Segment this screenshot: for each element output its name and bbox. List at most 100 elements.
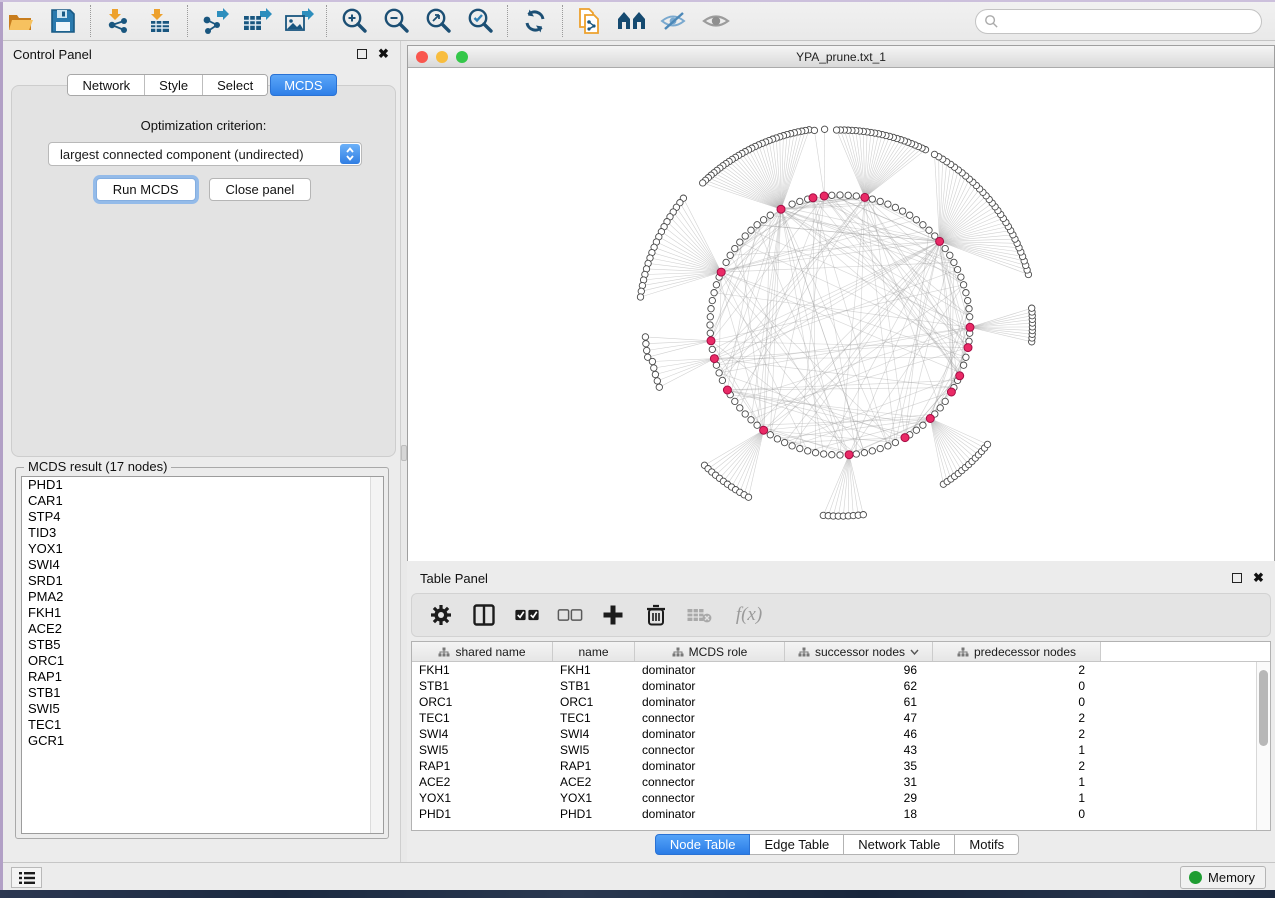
zoom-in-button[interactable] (335, 4, 373, 38)
network-graph[interactable] (408, 68, 1274, 560)
graph-node[interactable] (742, 233, 748, 239)
mcds-list-scrollbar[interactable] (370, 477, 383, 833)
mcds-node-item[interactable]: STB5 (22, 637, 383, 653)
graph-node[interactable] (719, 377, 725, 383)
graph-node[interactable] (797, 198, 803, 204)
tab-select[interactable]: Select (203, 75, 267, 95)
graph-leaf-node[interactable] (833, 127, 839, 133)
graph-node[interactable] (767, 212, 773, 218)
graph-node[interactable] (805, 448, 811, 454)
graph-mcds-hub-node[interactable] (966, 323, 974, 331)
graph-leaf-node[interactable] (984, 441, 990, 447)
graph-node[interactable] (966, 306, 972, 312)
deselect-all-button[interactable] (557, 602, 583, 628)
fit-content-button[interactable] (419, 4, 457, 38)
graph-node[interactable] (837, 452, 843, 458)
graph-node[interactable] (965, 297, 971, 303)
mcds-result-list[interactable]: PHD1CAR1STP4TID3YOX1SWI4SRD1PMA2FKH1ACE2… (21, 476, 384, 834)
graph-node[interactable] (727, 252, 733, 258)
graph-mcds-hub-node[interactable] (926, 415, 934, 423)
graph-node[interactable] (920, 222, 926, 228)
table-row[interactable]: YOX1YOX1connector291 (412, 790, 1270, 806)
graph-leaf-node[interactable] (745, 494, 751, 500)
task-history-button[interactable] (11, 867, 42, 888)
mcds-node-item[interactable]: STP4 (22, 509, 383, 525)
graph-leaf-node[interactable] (642, 334, 648, 340)
graph-leaf-node[interactable] (643, 341, 649, 347)
graph-node[interactable] (942, 245, 948, 251)
graph-node[interactable] (885, 201, 891, 207)
search-field[interactable] (975, 9, 1262, 34)
table-row[interactable]: SWI4SWI4dominator462 (412, 726, 1270, 742)
graph-node[interactable] (899, 208, 905, 214)
graph-node[interactable] (711, 290, 717, 296)
graph-node[interactable] (774, 436, 780, 442)
search-input[interactable] (999, 14, 1261, 29)
graph-node[interactable] (767, 432, 773, 438)
mcds-node-item[interactable]: TID3 (22, 525, 383, 541)
table-scrollbar-thumb[interactable] (1259, 670, 1268, 746)
graph-node[interactable] (708, 306, 714, 312)
mcds-node-item[interactable]: PHD1 (22, 477, 383, 493)
graph-node[interactable] (709, 346, 715, 352)
graph-leaf-node[interactable] (637, 294, 643, 300)
network-canvas[interactable] (408, 68, 1274, 560)
graph-node[interactable] (812, 450, 818, 456)
first-neighbors-button[interactable] (613, 4, 651, 38)
graph-node[interactable] (748, 227, 754, 233)
tab-motifs[interactable]: Motifs (955, 834, 1019, 855)
graph-mcds-hub-node[interactable] (947, 388, 955, 396)
mcds-node-item[interactable]: SWI5 (22, 701, 383, 717)
function-builder-button[interactable]: f(x) (729, 602, 769, 628)
graph-mcds-hub-node[interactable] (777, 205, 785, 213)
graph-node[interactable] (951, 259, 957, 265)
graph-node[interactable] (748, 417, 754, 423)
select-all-button[interactable] (514, 602, 540, 628)
graph-mcds-hub-node[interactable] (956, 372, 964, 380)
column-header-MCDS-role[interactable]: MCDS role (635, 642, 785, 661)
column-header-predecessor-nodes[interactable]: predecessor nodes (933, 642, 1101, 661)
graph-node[interactable] (723, 259, 729, 265)
graph-node[interactable] (781, 439, 787, 445)
graph-leaf-node[interactable] (931, 151, 937, 157)
network-window-titlebar[interactable]: YPA_prune.txt_1 (408, 46, 1274, 68)
mcds-node-item[interactable]: PMA2 (22, 589, 383, 605)
table-settings-button[interactable] (428, 602, 454, 628)
graph-node[interactable] (709, 297, 715, 303)
export-network-button[interactable] (196, 4, 234, 38)
graph-leaf-node[interactable] (649, 358, 655, 364)
tab-network[interactable]: Network (68, 75, 145, 95)
tab-node-table[interactable]: Node Table (655, 834, 751, 855)
graph-node[interactable] (754, 222, 760, 228)
graph-node[interactable] (732, 398, 738, 404)
graph-node[interactable] (963, 290, 969, 296)
mcds-node-item[interactable]: TEC1 (22, 717, 383, 733)
graph-mcds-hub-node[interactable] (707, 337, 715, 345)
float-table-panel-icon[interactable] (1230, 572, 1243, 585)
graph-node[interactable] (907, 212, 913, 218)
graph-mcds-hub-node[interactable] (723, 386, 731, 394)
table-row[interactable]: STB1STB1dominator620 (412, 678, 1270, 694)
split-panel-button[interactable] (471, 602, 497, 628)
graph-node[interactable] (707, 330, 713, 336)
add-column-button[interactable] (600, 602, 626, 628)
mcds-node-item[interactable]: ACE2 (22, 621, 383, 637)
graph-node[interactable] (947, 252, 953, 258)
graph-mcds-hub-node[interactable] (760, 426, 768, 434)
close-panel-button[interactable]: Close panel (209, 178, 312, 201)
duplicate-network-button[interactable] (571, 4, 609, 38)
hide-selected-button[interactable] (655, 4, 693, 38)
table-row[interactable]: TEC1TEC1connector472 (412, 710, 1270, 726)
graph-node[interactable] (967, 314, 973, 320)
graph-leaf-node[interactable] (656, 384, 662, 390)
graph-leaf-node[interactable] (652, 371, 658, 377)
graph-leaf-node[interactable] (700, 180, 706, 186)
show-all-button[interactable] (697, 4, 735, 38)
mcds-node-item[interactable]: STB1 (22, 685, 383, 701)
graph-node[interactable] (845, 192, 851, 198)
graph-node[interactable] (737, 239, 743, 245)
tab-mcds[interactable]: MCDS (270, 74, 336, 96)
graph-leaf-node[interactable] (654, 378, 660, 384)
graph-node[interactable] (892, 439, 898, 445)
graph-mcds-hub-node[interactable] (845, 451, 853, 459)
